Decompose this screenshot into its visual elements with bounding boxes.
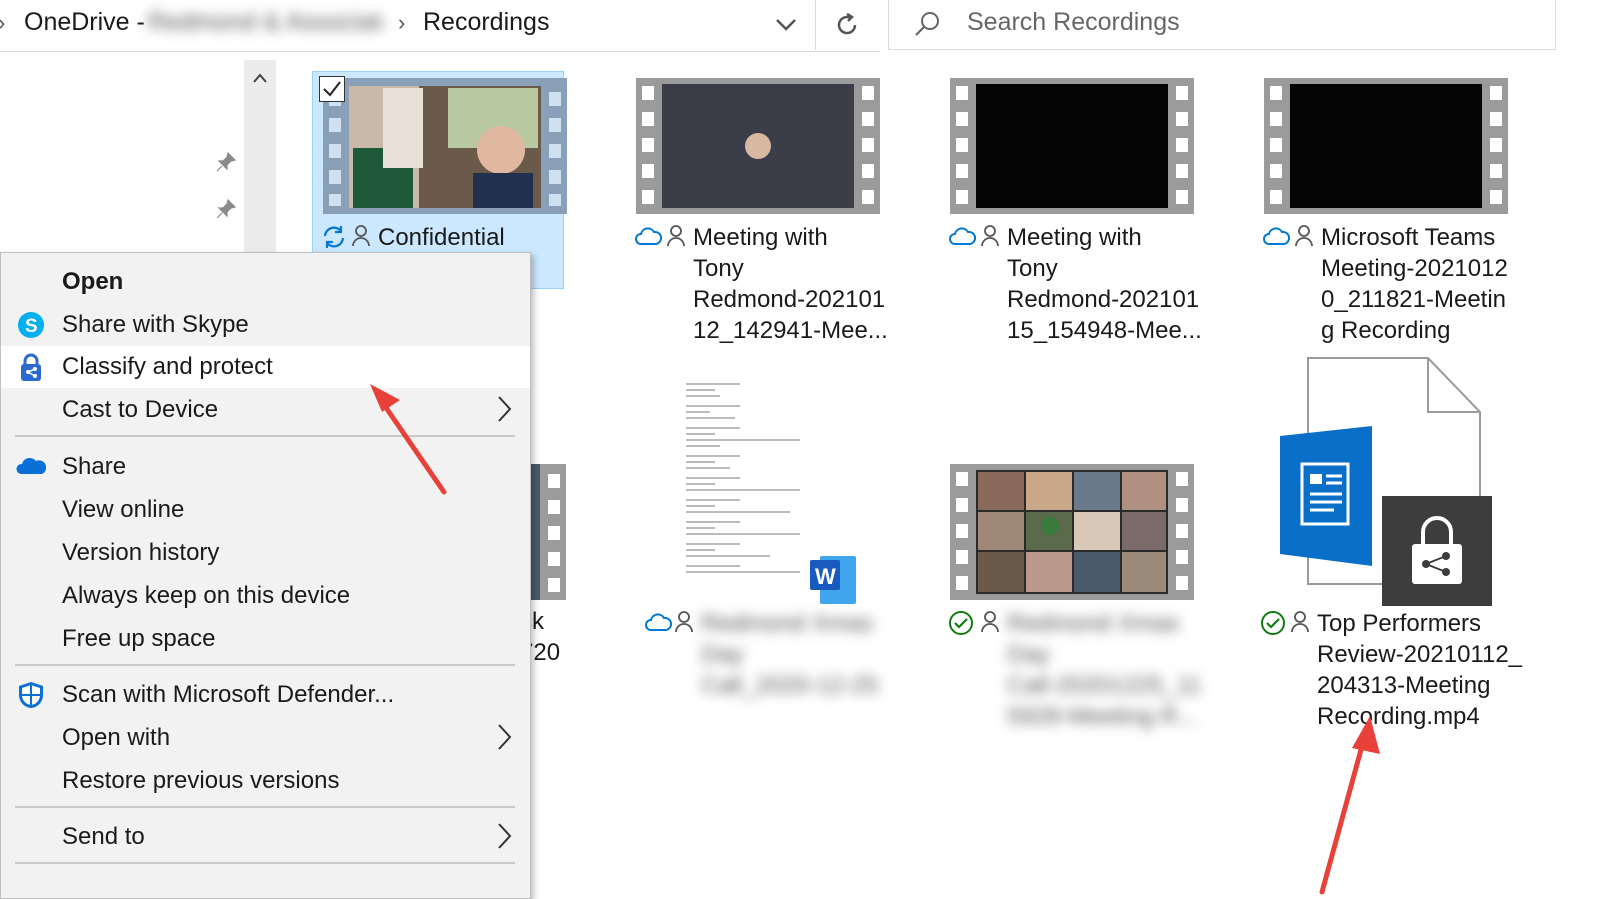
- file-name: Microsoft Teams Meeting-2021012 0_211821…: [1321, 224, 1508, 344]
- menu-item-label: View online: [62, 496, 185, 523]
- chevron-down-icon: [776, 19, 796, 31]
- shared-person-icon: [1295, 225, 1313, 247]
- menu-item-label: Always keep on this device: [62, 582, 351, 609]
- selection-checkbox[interactable]: [319, 76, 345, 102]
- refresh-icon: [837, 12, 857, 35]
- file-item-meeting-tony-2[interactable]: Meeting with Tony Redmond-202101 15_1549…: [946, 72, 1202, 352]
- video-thumbnail: [950, 78, 1194, 214]
- file-item-xmas-transcript[interactable]: W Redmond Xmas Day Call_2020-12-25: [640, 370, 890, 730]
- shared-person-icon: [675, 611, 693, 633]
- video-thumbnail: [636, 78, 880, 214]
- menu-item-restore-versions[interactable]: Restore previous versions: [1, 760, 530, 802]
- file-name: Redmond Xmas Day Call_2020-12-25: [701, 610, 879, 699]
- nav-pane-scrollbar[interactable]: [244, 60, 276, 270]
- menu-separator: [15, 664, 515, 666]
- chevron-up-icon: [253, 73, 267, 83]
- onedrive-cloud-icon: [16, 458, 46, 474]
- menu-item-label: Send to: [62, 823, 145, 850]
- menu-item-free-up-space[interactable]: Free up space: [1, 618, 530, 660]
- chevron-right-icon: [498, 724, 512, 750]
- breadcrumb-org[interactable]: Redmond & Associates: [148, 8, 383, 37]
- menu-item-share-skype[interactable]: S Share with Skype: [1, 304, 530, 346]
- refresh-button[interactable]: [815, 0, 878, 50]
- search-icon: [915, 12, 939, 36]
- address-bar[interactable]: › OneDrive - Redmond & Associates › Reco…: [0, 0, 880, 52]
- menu-separator: [15, 862, 515, 864]
- cloud-icon: [635, 227, 662, 245]
- skype-icon: S: [18, 312, 44, 338]
- menu-item-open[interactable]: Open: [1, 261, 530, 303]
- breadcrumb-chevron-icon: ›: [0, 10, 5, 36]
- pin-icon: [216, 151, 237, 172]
- annotation-arrow: [1319, 716, 1380, 895]
- breadcrumb-separator-icon: ›: [398, 10, 406, 35]
- menu-item-label: Free up space: [62, 625, 216, 652]
- file-name: Meeting with Tony Redmond-202101 15_1549…: [1007, 224, 1202, 344]
- annotation-arrow: [370, 384, 447, 495]
- menu-item-label: Cast to Device: [62, 396, 219, 423]
- file-name: Redmond Xmas Day Call-20201225_11 5928-M…: [1007, 610, 1202, 730]
- menu-item-send-to[interactable]: Send to: [1, 816, 530, 858]
- menu-item-label: Classify and protect: [62, 353, 273, 380]
- document-thumbnail: W: [680, 376, 856, 604]
- video-thumbnail: [1264, 78, 1508, 214]
- svg-text:W: W: [815, 564, 836, 589]
- file-item-xmas-recording[interactable]: Redmond Xmas Day Call-20201225_11 5928-M…: [946, 458, 1201, 730]
- search-input[interactable]: [967, 8, 1507, 37]
- file-item-top-performers[interactable]: Top Performers Review-20210112_ 204313-M…: [1256, 356, 1522, 736]
- menu-item-label: Scan with Microsoft Defender...: [62, 681, 395, 708]
- video-thumbnail: [950, 464, 1194, 600]
- menu-item-label: Version history: [62, 539, 220, 566]
- defender-shield-icon: [18, 682, 44, 708]
- menu-item-scan-defender[interactable]: Scan with Microsoft Defender...: [1, 674, 530, 716]
- menu-item-label: Open with: [62, 724, 171, 751]
- file-item-teams-meeting[interactable]: Microsoft Teams Meeting-2021012 0_211821…: [1260, 72, 1510, 352]
- context-menu[interactable]: Open S Share with Skype Classify and pro…: [0, 252, 531, 899]
- cloud-icon: [949, 227, 976, 245]
- breadcrumb-onedrive[interactable]: OneDrive -: [24, 8, 145, 37]
- synced-check-icon: [1261, 611, 1285, 635]
- menu-item-always-keep[interactable]: Always keep on this device: [1, 575, 530, 617]
- video-thumbnail: [323, 78, 567, 214]
- shared-person-icon: [981, 225, 999, 247]
- file-item-meeting-tony-1[interactable]: Meeting with Tony Redmond-202101 12_1429…: [632, 72, 888, 352]
- cloud-icon: [645, 613, 672, 631]
- address-dropdown-button[interactable]: [760, 2, 812, 48]
- menu-item-label: Restore previous versions: [62, 767, 340, 794]
- synced-check-icon: [949, 611, 973, 635]
- checkmark-icon: [323, 81, 341, 97]
- search-box[interactable]: [888, 0, 1556, 50]
- menu-separator: [15, 806, 515, 808]
- shared-person-icon: [981, 611, 999, 633]
- cloud-icon: [1263, 227, 1290, 245]
- classify-protect-icon: [21, 353, 41, 381]
- file-name: Meeting with Tony Redmond-202101 12_1429…: [693, 224, 888, 344]
- menu-item-open-with[interactable]: Open with: [1, 717, 530, 759]
- sync-pending-icon: [323, 226, 345, 248]
- pin-icon: [216, 198, 237, 219]
- svg-text:S: S: [25, 316, 38, 337]
- scroll-up-button[interactable]: [244, 60, 276, 96]
- menu-item-label: Share with Skype: [62, 311, 249, 338]
- chevron-right-icon: [498, 823, 512, 849]
- breadcrumb-recordings[interactable]: Recordings: [423, 8, 549, 37]
- chevron-right-icon: [498, 396, 512, 422]
- shared-person-icon: [667, 225, 685, 247]
- shared-person-icon: [352, 225, 370, 247]
- menu-item-version-history[interactable]: Version history: [1, 532, 530, 574]
- protected-file-thumbnail: [1280, 357, 1492, 606]
- menu-item-label: Open: [62, 268, 124, 295]
- shared-person-icon: [1291, 611, 1309, 633]
- menu-item-label: Share: [62, 453, 127, 480]
